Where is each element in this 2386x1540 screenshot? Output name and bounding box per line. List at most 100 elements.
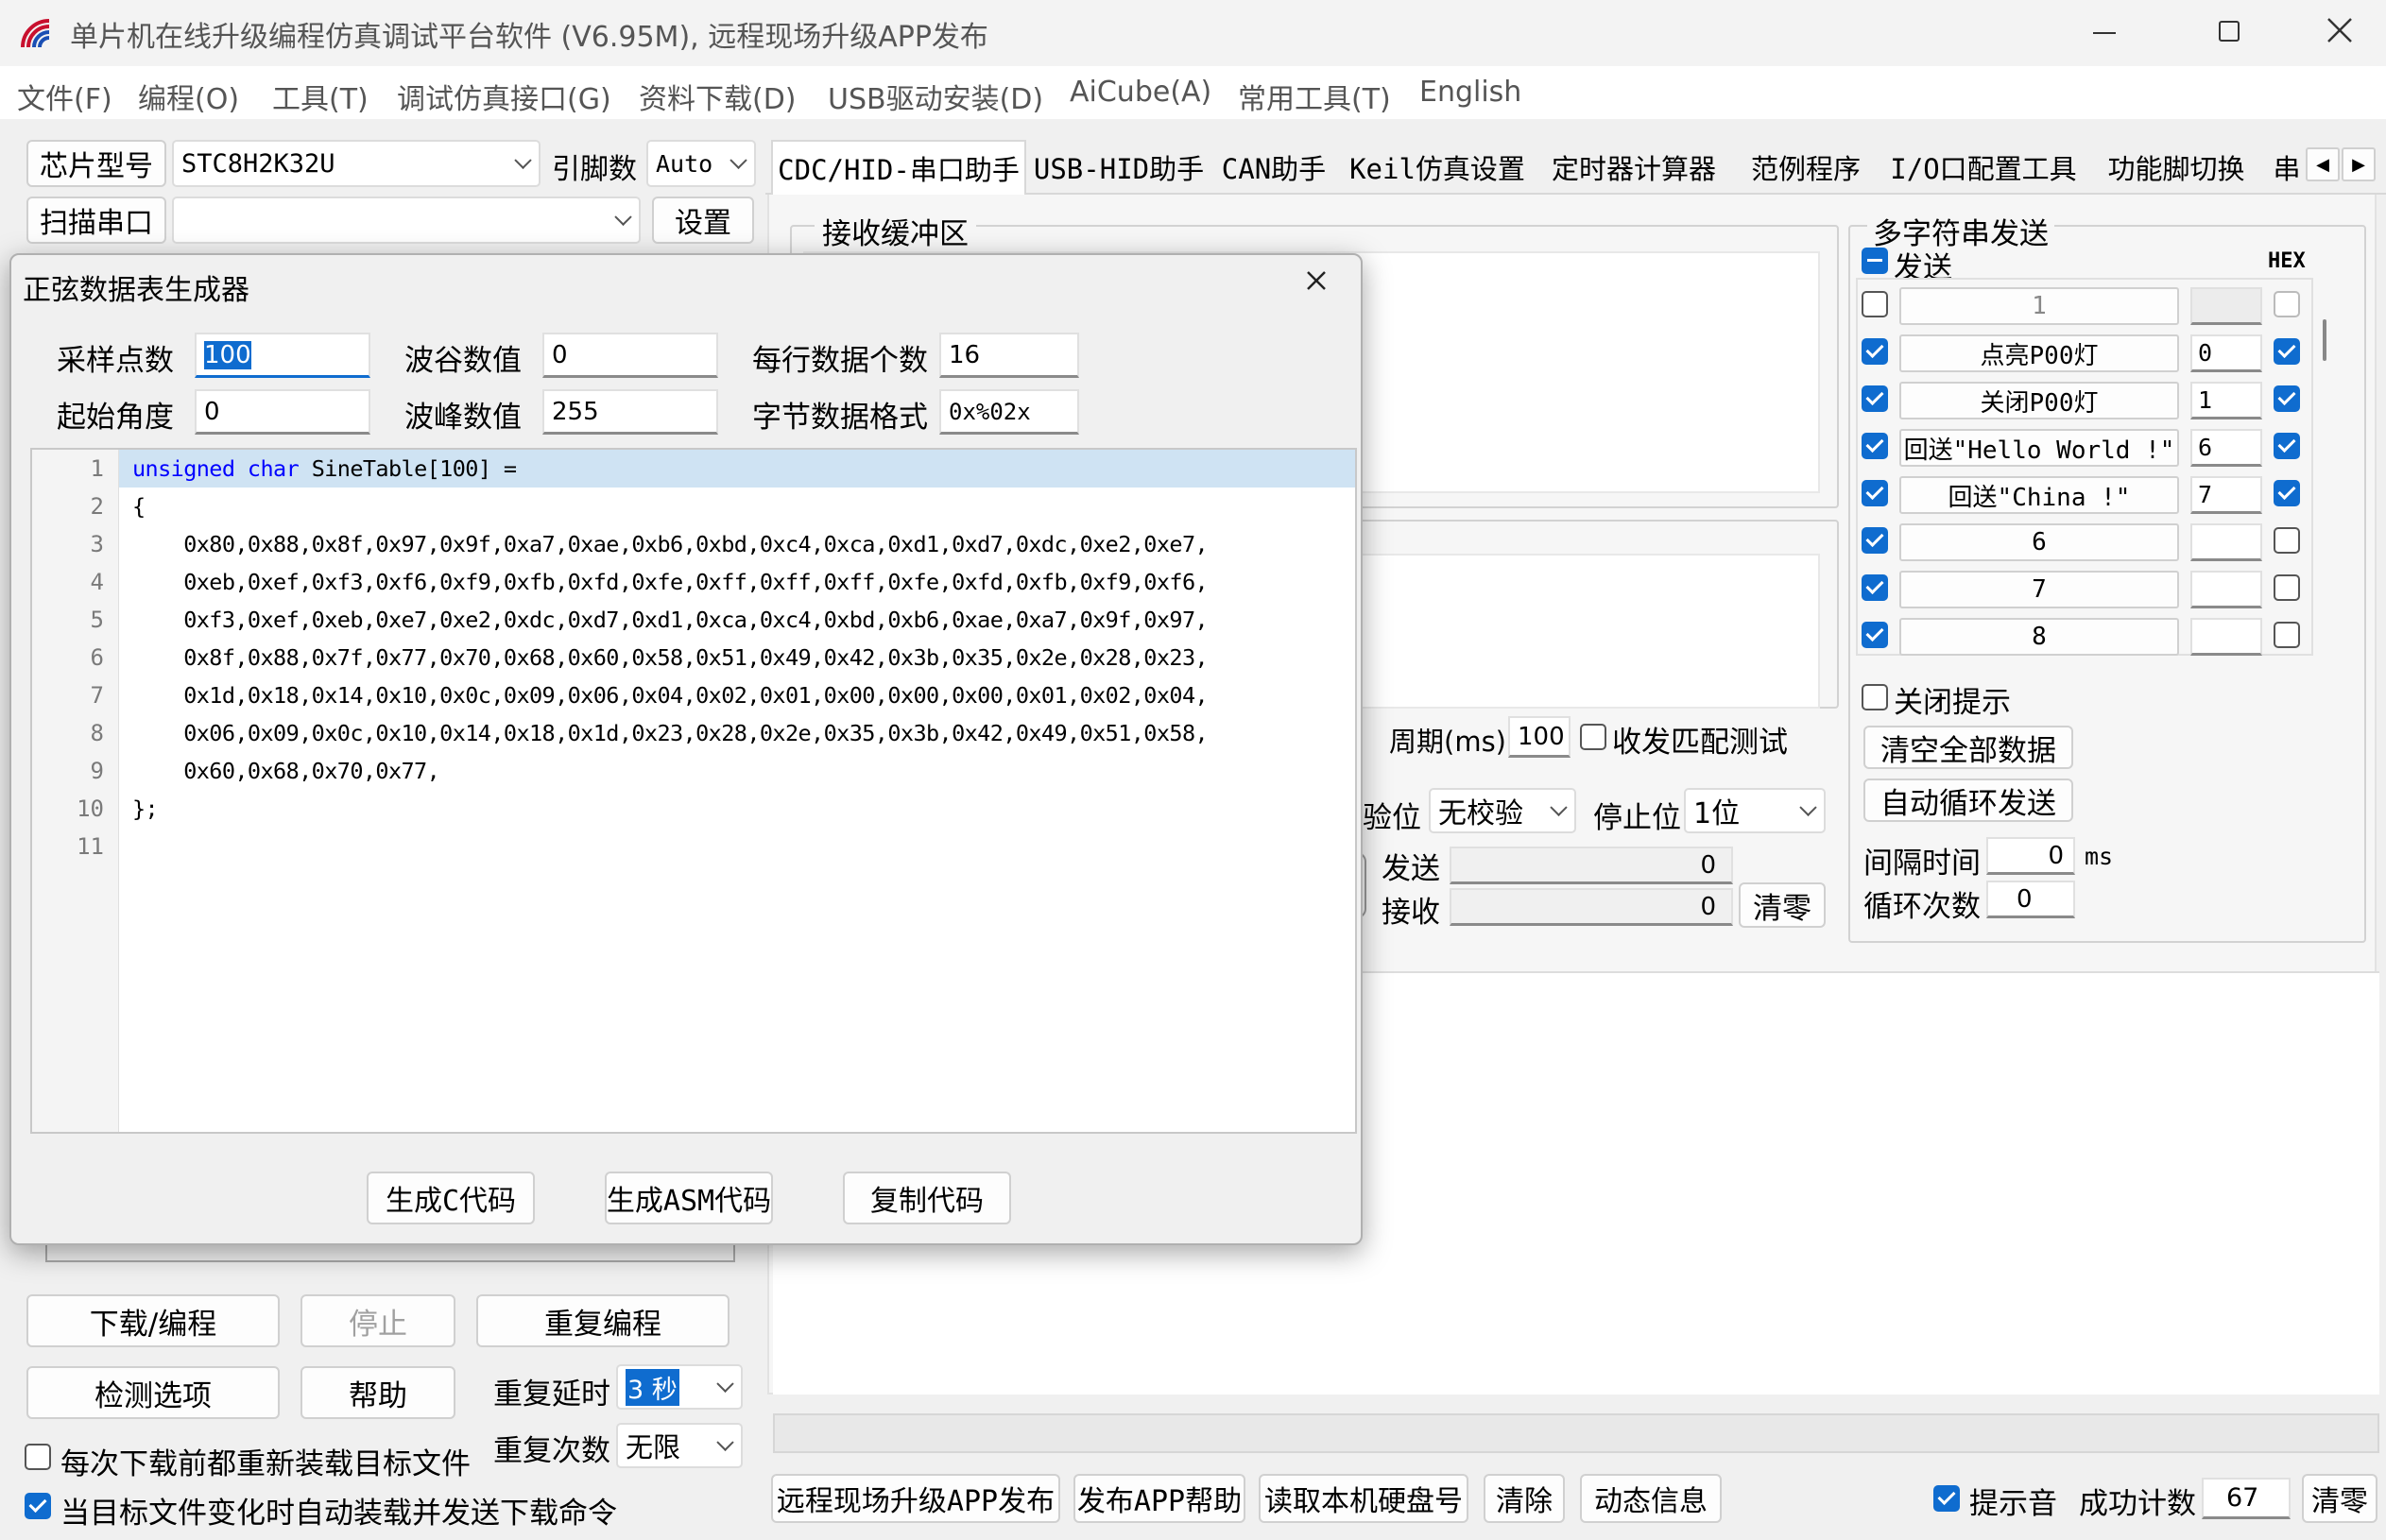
- menu-program[interactable]: 编程(O): [138, 76, 239, 117]
- row-send-checkbox[interactable]: [1862, 527, 1888, 554]
- period-input[interactable]: 100: [1508, 716, 1571, 758]
- menu-debug-interface[interactable]: 调试仿真接口(G): [397, 76, 611, 117]
- reprogram-button[interactable]: 重复编程: [476, 1294, 730, 1347]
- menu-tools[interactable]: 工具(T): [272, 76, 369, 117]
- row-num-input[interactable]: [2190, 571, 2262, 608]
- remote-upgrade-publish-button[interactable]: 远程现场升级APP发布: [771, 1474, 1060, 1523]
- beep-checkbox[interactable]: [1933, 1485, 1960, 1512]
- row-num-input[interactable]: 1: [2190, 382, 2262, 419]
- repeat-delay-select[interactable]: 3 秒: [616, 1364, 743, 1410]
- generate-c-button[interactable]: 生成C代码: [367, 1172, 535, 1224]
- code-editor[interactable]: 1 2 3 4 5 6 7 8 9 10 11 unsigned char Si…: [30, 448, 1357, 1134]
- row-num-input[interactable]: [2190, 618, 2262, 656]
- row-num-input[interactable]: 6: [2190, 429, 2262, 467]
- tab-more[interactable]: 串: [2268, 140, 2306, 195]
- scan-port-button[interactable]: 扫描串口: [26, 197, 166, 244]
- row-hex-checkbox[interactable]: [2274, 574, 2300, 601]
- samples-input[interactable]: 100: [195, 333, 370, 378]
- generate-asm-button[interactable]: 生成ASM代码: [605, 1172, 773, 1224]
- row-hex-checkbox[interactable]: [2274, 291, 2300, 317]
- menu-common-tools[interactable]: 常用工具(T): [1238, 76, 1391, 117]
- row-send-checkbox[interactable]: [1862, 622, 1888, 648]
- interval-input[interactable]: 0: [1986, 837, 2075, 875]
- stop-button[interactable]: 停止: [300, 1294, 455, 1347]
- row-send-button[interactable]: 回送"China !": [1899, 476, 2179, 514]
- auto-reload-checkbox[interactable]: [25, 1493, 51, 1519]
- row-hex-checkbox[interactable]: [2274, 338, 2300, 365]
- row-num-input[interactable]: 7: [2190, 476, 2262, 514]
- menu-english[interactable]: English: [1419, 76, 1521, 109]
- stopbit-select[interactable]: 1位: [1684, 788, 1826, 833]
- per-line-input[interactable]: 16: [939, 333, 1079, 378]
- start-angle-input[interactable]: 0: [195, 389, 370, 435]
- chip-model-button[interactable]: 芯片型号: [26, 140, 166, 187]
- menu-file[interactable]: 文件(F): [17, 76, 112, 117]
- tab-can[interactable]: CAN助手: [1217, 140, 1330, 195]
- row-hex-checkbox[interactable]: [2274, 622, 2300, 648]
- auto-loop-send-button[interactable]: 自动循环发送: [1863, 779, 2073, 822]
- row-hex-checkbox[interactable]: [2274, 433, 2300, 459]
- reload-before-download-checkbox[interactable]: [25, 1444, 51, 1470]
- row-hex-checkbox[interactable]: [2274, 480, 2300, 506]
- clear-all-button[interactable]: 清空全部数据: [1863, 726, 2073, 769]
- check-options-button[interactable]: 检测选项: [26, 1366, 280, 1419]
- dynamic-info-button[interactable]: 动态信息: [1580, 1474, 1722, 1523]
- menu-aicube[interactable]: AiCube(A): [1070, 76, 1211, 109]
- row-send-button[interactable]: 6: [1899, 523, 2179, 561]
- tab-io-config[interactable]: I/O口配置工具: [1884, 140, 2083, 195]
- row-send-button[interactable]: 8: [1899, 618, 2179, 656]
- row-num-input[interactable]: [2190, 523, 2262, 561]
- close-window-icon[interactable]: [2325, 15, 2355, 45]
- port-select[interactable]: [172, 197, 641, 244]
- row-send-checkbox[interactable]: [1862, 433, 1888, 459]
- parity-select[interactable]: 无校验: [1429, 788, 1576, 833]
- publish-app-help-button[interactable]: 发布APP帮助: [1073, 1474, 1245, 1523]
- tab-keil-sim[interactable]: Keil仿真设置: [1347, 140, 1527, 195]
- row-send-button[interactable]: 7: [1899, 571, 2179, 608]
- row-num-input[interactable]: [2190, 287, 2262, 325]
- close-tip-checkbox[interactable]: [1862, 684, 1888, 710]
- read-disk-serial-button[interactable]: 读取本机硬盘号: [1259, 1474, 1468, 1523]
- pin-count-select[interactable]: Auto: [646, 140, 756, 187]
- menu-downloads[interactable]: 资料下载(D): [639, 76, 797, 117]
- dialog-close-icon[interactable]: [1302, 266, 1330, 295]
- send-all-checkbox[interactable]: [1862, 248, 1888, 274]
- row-send-button[interactable]: 关闭P00灯: [1899, 382, 2179, 419]
- download-program-button[interactable]: 下载/编程: [26, 1294, 280, 1347]
- reset-count-button[interactable]: 清零: [2302, 1474, 2377, 1523]
- row-send-button[interactable]: 回送"Hello World !": [1899, 429, 2179, 467]
- tab-timer-calc[interactable]: 定时器计算器: [1544, 140, 1724, 195]
- peak-input[interactable]: 255: [542, 389, 718, 435]
- match-test-checkbox[interactable]: [1580, 724, 1606, 750]
- row-hex-checkbox[interactable]: [2274, 385, 2300, 412]
- menu-usb-driver[interactable]: USB驱动安装(D): [828, 76, 1043, 117]
- row-send-checkbox[interactable]: [1862, 338, 1888, 365]
- tab-usb-hid[interactable]: USB-HID助手: [1034, 140, 1204, 195]
- copy-code-button[interactable]: 复制代码: [843, 1172, 1011, 1224]
- settings-button[interactable]: 设置: [652, 197, 754, 244]
- row-send-button[interactable]: 1: [1899, 287, 2179, 325]
- row-send-button[interactable]: 点亮P00灯: [1899, 334, 2179, 372]
- byte-format-input[interactable]: 0x%02x: [939, 389, 1079, 435]
- multi-send-scrollbar[interactable]: [2323, 319, 2326, 361]
- help-button[interactable]: 帮助: [300, 1366, 455, 1419]
- row-send-checkbox[interactable]: [1862, 291, 1888, 317]
- maximize-icon[interactable]: [2219, 21, 2240, 42]
- chip-model-select[interactable]: STC8H2K32U: [172, 140, 541, 187]
- row-send-checkbox[interactable]: [1862, 574, 1888, 601]
- clear-counts-button[interactable]: 清零: [1739, 882, 1826, 928]
- repeat-count-select[interactable]: 无限: [616, 1423, 743, 1468]
- clear-output-button[interactable]: 清除: [1484, 1474, 1565, 1523]
- loop-count-input[interactable]: 0: [1986, 881, 2075, 918]
- tab-scroll-left-icon[interactable]: ◀: [2306, 147, 2340, 181]
- row-send-checkbox[interactable]: [1862, 480, 1888, 506]
- tab-examples[interactable]: 范例程序: [1744, 140, 1867, 195]
- tab-pin-switch[interactable]: 功能脚切换: [2100, 140, 2253, 195]
- tab-scroll-right-icon[interactable]: ▶: [2342, 147, 2376, 181]
- tab-cdc-hid-serial[interactable]: CDC/HID-串口助手: [771, 140, 1026, 195]
- row-send-checkbox[interactable]: [1862, 385, 1888, 412]
- row-num-input[interactable]: 0: [2190, 334, 2262, 372]
- trough-input[interactable]: 0: [542, 333, 718, 378]
- minimize-icon[interactable]: [2093, 32, 2116, 34]
- row-hex-checkbox[interactable]: [2274, 527, 2300, 554]
